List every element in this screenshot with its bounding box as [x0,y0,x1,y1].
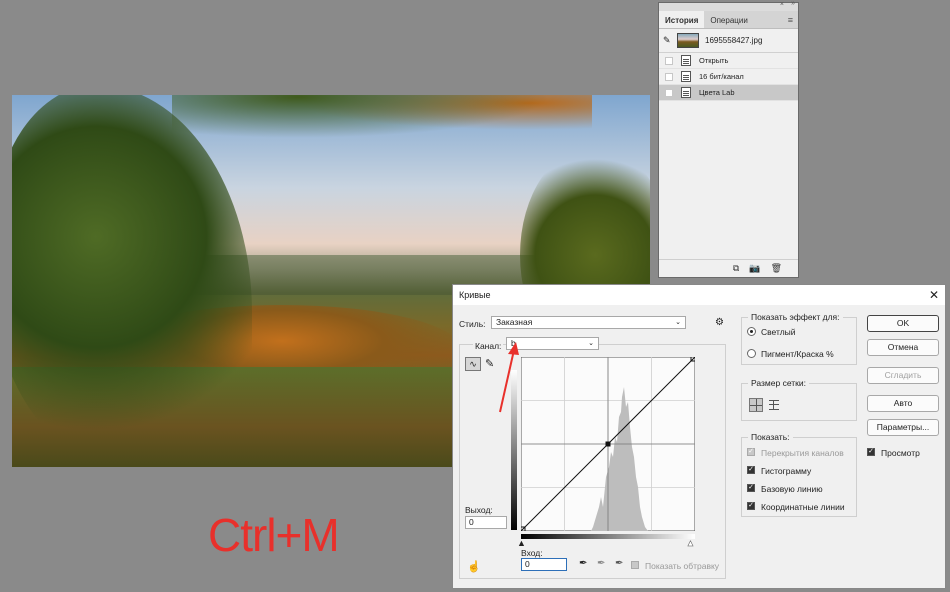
effect-group-title: Показать эффект для: [748,312,843,322]
pigment-label: Пигмент/Краска % [761,349,834,359]
style-select[interactable]: Заказная ⌄ [491,316,686,329]
curve-point[interactable] [605,441,611,447]
document-icon [681,55,691,66]
history-snapshot[interactable]: ✎ 1695558427.jpg [659,29,798,53]
black-point-slider-icon[interactable]: ▲ [517,538,526,548]
tab-actions[interactable]: Операции [704,11,753,28]
chevron-down-icon: ⌄ [675,319,681,326]
smooth-button[interactable]: Сгладить [867,367,939,384]
step-label: Открыть [699,56,729,65]
step-checkbox[interactable] [665,88,673,97]
light-label: Светлый [761,327,796,337]
channel-overlays-label: Перекрытия каналов [761,448,844,458]
history-step-selected[interactable]: Цвета Lab [659,85,798,101]
target-adjust-hand-icon[interactable]: ☝ [467,560,481,573]
light-radio[interactable] [747,327,756,336]
show-clipping-label: Показать обтравку [645,561,720,571]
document-icon [681,71,691,82]
trash-icon[interactable]: 🗑 [771,263,782,274]
gray-eyedropper-icon[interactable]: ✒ [597,558,605,569]
new-document-icon[interactable]: ⧉ [733,263,739,274]
histogram-checkbox[interactable]: ✓ [747,466,755,474]
tab-history[interactable]: История [659,11,705,28]
baseline-label: Базовую линию [761,484,823,494]
auto-button[interactable]: Авто [867,395,939,412]
preview-label: Просмотр [881,448,920,458]
channel-overlays-checkbox[interactable]: ✓ [747,448,755,456]
curves-graph[interactable] [521,357,695,531]
close-icon[interactable]: ✕ [929,288,939,302]
white-point-slider-icon[interactable]: ▲ [686,538,695,549]
input-label: Вход: [521,548,543,558]
ok-button[interactable]: OK [867,315,939,332]
style-label: Стиль: [459,319,486,329]
input-field[interactable]: 0 [521,558,567,571]
curve-point-tool-icon[interactable]: ∿ [465,357,481,371]
close-icon[interactable]: × [780,1,784,8]
collapse-icon[interactable]: » [791,0,795,7]
panel-menu-icon[interactable]: ≡ [788,15,793,25]
step-label: 16 бит/канал [699,72,744,81]
history-panel: × » История Операции ≡ ✎ 1695558427.jpg … [658,0,799,278]
step-checkbox[interactable] [665,72,673,81]
intersection-lines-checkbox[interactable]: ✓ [747,502,755,510]
show-clipping-checkbox[interactable] [631,561,639,569]
output-input[interactable]: 0 [465,516,507,529]
grid-10x10-button[interactable] [767,398,781,412]
camera-icon[interactable]: 📷 [749,263,760,274]
hotkey-caption: Ctrl+M [208,509,340,561]
history-step[interactable]: Открыть [659,53,798,69]
step-checkbox[interactable] [665,56,673,65]
options-button[interactable]: Параметры... [867,419,939,436]
document-icon [681,87,691,98]
grid-4x4-button[interactable] [749,398,763,412]
history-brush-icon: ✎ [663,35,671,45]
curves-dialog: Кривые ✕ Стиль: Заказная ⌄ ⚙ Канал: b ⌄ … [452,284,946,589]
dialog-title: Кривые [459,290,491,300]
preset-gear-icon[interactable]: ⚙ [715,317,724,328]
white-eyedropper-icon[interactable]: ✒ [615,558,623,569]
input-gradient [521,534,695,539]
style-select-value: Заказная [496,317,533,327]
snapshot-name: 1695558427.jpg [705,36,763,45]
history-step[interactable]: 16 бит/канал [659,69,798,85]
snapshot-thumbnail [677,33,699,48]
output-label: Выход: [465,505,493,515]
baseline-checkbox[interactable]: ✓ [747,484,755,492]
annotation-arrow [499,342,519,413]
show-group-title: Показать: [748,432,793,442]
grid-group-title: Размер сетки: [748,378,809,388]
histogram-label: Гистограмму [761,466,812,476]
pigment-radio[interactable] [747,349,756,358]
cancel-button[interactable]: Отмена [867,339,939,356]
chevron-down-icon: ⌄ [588,340,594,347]
step-label: Цвета Lab [699,88,735,97]
black-eyedropper-icon[interactable]: ✒ [579,558,587,569]
preview-checkbox[interactable]: ✓ [867,448,875,456]
intersection-lines-label: Координатные линии [761,502,845,512]
